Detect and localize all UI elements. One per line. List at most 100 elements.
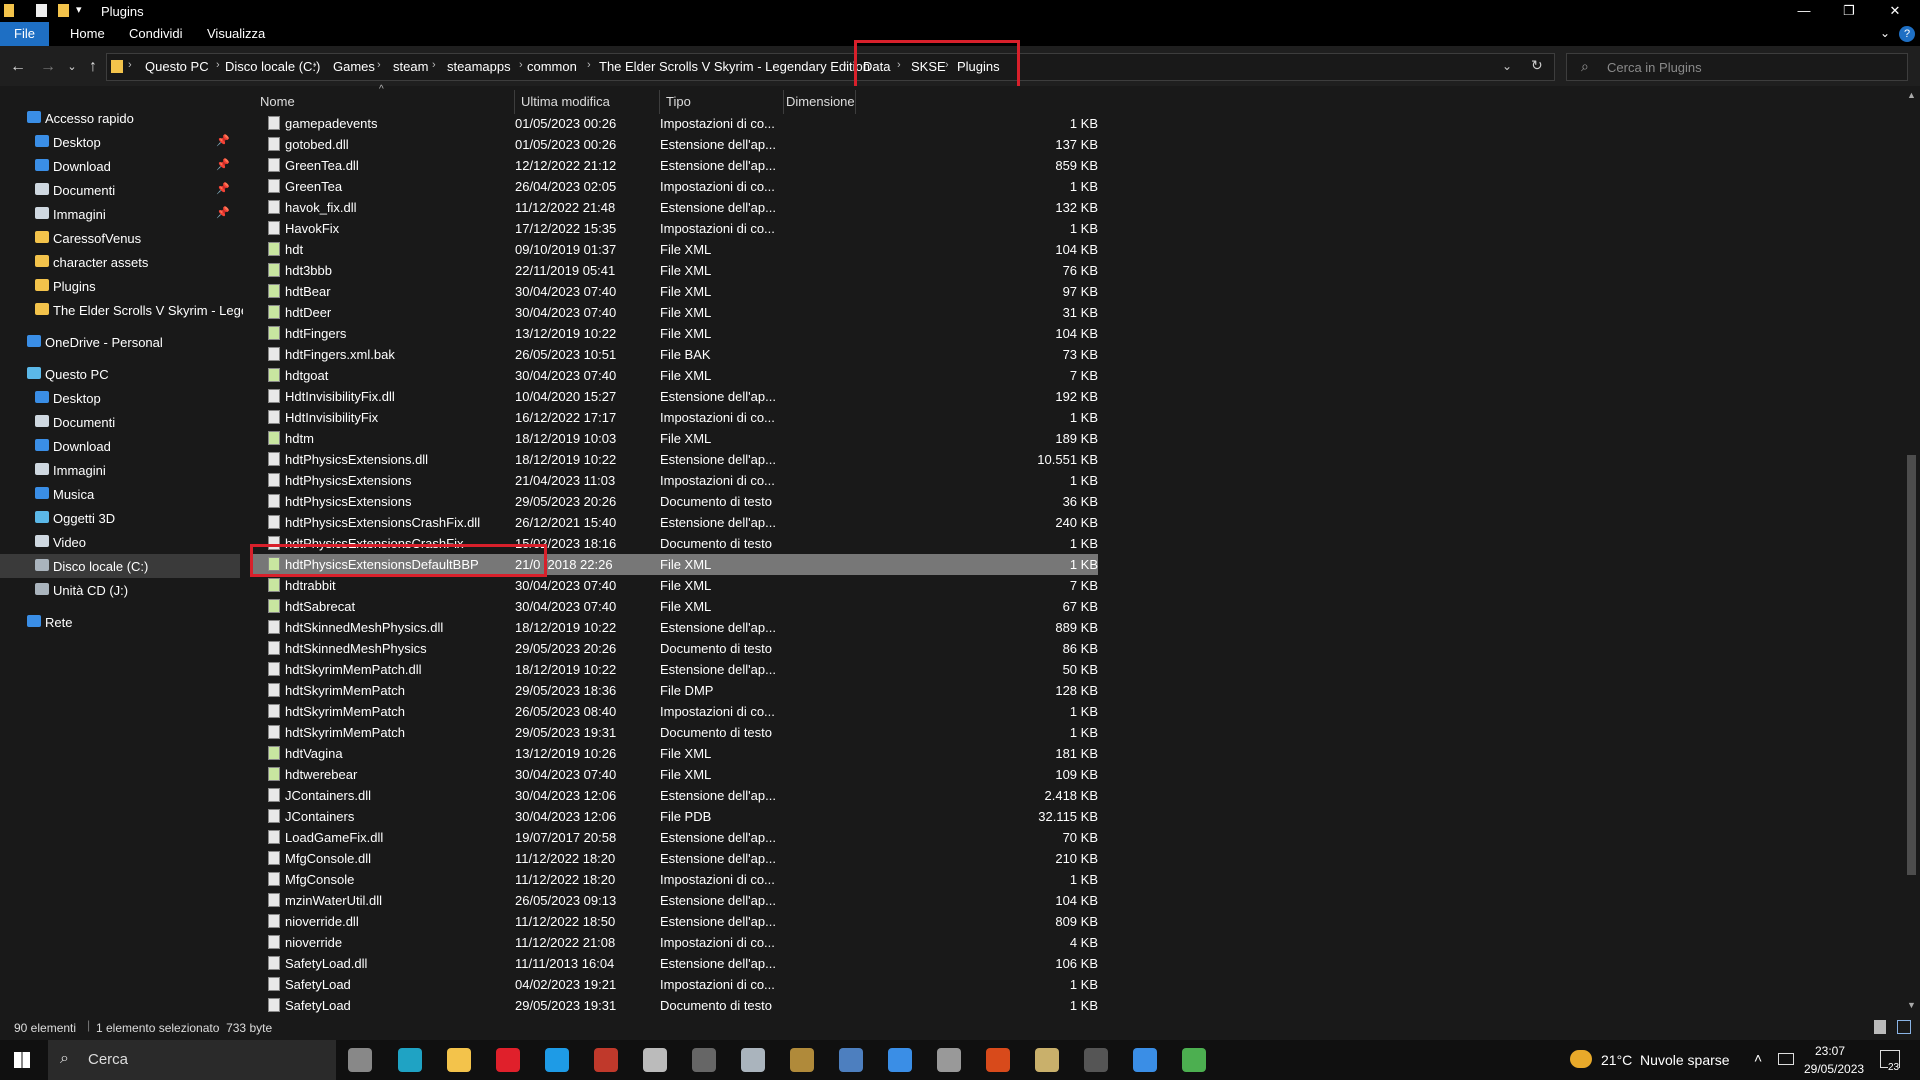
nav-item-download[interactable]: Download 📌: [0, 154, 240, 178]
file-row[interactable]: JContainers 30/04/2023 12:06 File PDB 32.11…: [250, 806, 1098, 827]
tab-file[interactable]: File: [0, 22, 49, 46]
search-input[interactable]: ⌕ Cerca in Plugins: [1566, 53, 1908, 81]
nav-item-oggetti-3d[interactable]: Oggetti 3D: [0, 506, 240, 530]
nav-quick-access[interactable]: Accesso rapido: [0, 106, 240, 130]
breadcrumb-steamapps[interactable]: steamapps: [447, 59, 511, 74]
nav-network[interactable]: Rete: [0, 610, 240, 634]
nav-item-unit-cd-j-[interactable]: Unità CD (J:): [0, 578, 240, 602]
nav-item-download[interactable]: Download: [0, 434, 240, 458]
app-icon[interactable]: [643, 1048, 667, 1072]
edge-icon[interactable]: [398, 1048, 422, 1072]
app-icon[interactable]: [1035, 1048, 1059, 1072]
file-row[interactable]: MfgConsole.dll 11/12/2022 18:20 Estensione…: [250, 848, 1098, 869]
column-divider[interactable]: [659, 90, 660, 114]
nav-item-immagini[interactable]: Immagini 📌: [0, 202, 240, 226]
file-row[interactable]: hdtBear 30/04/2023 07:40 File XML 97 KB: [250, 281, 1098, 302]
weather-icon[interactable]: [1570, 1050, 1592, 1068]
nav-item-immagini[interactable]: Immagini: [0, 458, 240, 482]
file-row[interactable]: hdtwerebear 30/04/2023 07:40 File XML 109 K…: [250, 764, 1098, 785]
nav-this-pc[interactable]: Questo PC: [0, 362, 240, 386]
file-row[interactable]: HdtInvisibilityFix 16/12/2022 17:17 Impost…: [250, 407, 1098, 428]
file-row[interactable]: GreenTea 26/04/2023 02:05 Impostazioni di …: [250, 176, 1098, 197]
file-row[interactable]: hdtrabbit 30/04/2023 07:40 File XML 7 KB: [250, 575, 1098, 596]
app-icon[interactable]: [1182, 1048, 1206, 1072]
large-icons-view-icon[interactable]: [1897, 1020, 1911, 1034]
show-hidden-icons-chevron[interactable]: ˄: [1754, 1050, 1762, 1066]
file-row[interactable]: hdtSkinnedMeshPhysics.dll 18/12/2019 10:2…: [250, 617, 1098, 638]
nav-onedrive[interactable]: OneDrive - Personal: [0, 330, 240, 354]
file-row[interactable]: nioverride 11/12/2022 21:08 Impostazioni d…: [250, 932, 1098, 953]
new-folder-icon[interactable]: [58, 4, 69, 17]
column-divider[interactable]: [855, 90, 856, 114]
file-explorer-icon[interactable]: [447, 1048, 471, 1072]
breadcrumb-separator[interactable]: ›: [843, 59, 847, 71]
file-row[interactable]: hdtPhysicsExtensions.dll 18/12/2019 10:22…: [250, 449, 1098, 470]
file-row[interactable]: gotobed.dll 01/05/2023 00:26 Estensione de…: [250, 134, 1098, 155]
clock-date[interactable]: 29/05/2023: [1804, 1062, 1864, 1076]
file-row[interactable]: hdt 09/10/2019 01:37 File XML 104 KB: [250, 239, 1098, 260]
file-row[interactable]: havok_fix.dll 11/12/2022 21:48 Estensione …: [250, 197, 1098, 218]
column-divider[interactable]: [514, 90, 515, 114]
windows-start-icon[interactable]: [14, 1052, 30, 1068]
back-arrow-icon[interactable]: ←: [7, 56, 29, 78]
file-row[interactable]: hdtm 18/12/2019 10:03 File XML 189 KB: [250, 428, 1098, 449]
app-icon[interactable]: [937, 1048, 961, 1072]
file-row[interactable]: LoadGameFix.dll 19/07/2017 20:58 Estension…: [250, 827, 1098, 848]
breadcrumb-separator[interactable]: ›: [432, 59, 436, 71]
file-row[interactable]: hdtSkyrimMemPatch 26/05/2023 08:40 Imposta…: [250, 701, 1098, 722]
up-arrow-icon[interactable]: ↑: [82, 56, 104, 78]
file-row[interactable]: hdtPhysicsExtensions 21/04/2023 11:03 Impo…: [250, 470, 1098, 491]
nav-item-documenti[interactable]: Documenti 📌: [0, 178, 240, 202]
nav-item-the-elder-scrolls-v-skyrim-legendary[interactable]: The Elder Scrolls V Skyrim - Legendary: [0, 298, 281, 322]
file-row[interactable]: hdt3bbb 22/11/2019 05:41 File XML 76 KB: [250, 260, 1098, 281]
app-icon[interactable]: [986, 1048, 1010, 1072]
nav-item-caressofvenus[interactable]: CaressofVenus: [0, 226, 240, 250]
tab-share[interactable]: Condividi: [115, 22, 196, 46]
maximize-button[interactable]: ❐: [1826, 0, 1872, 22]
app-icon[interactable]: [839, 1048, 863, 1072]
column-divider[interactable]: [783, 90, 784, 114]
file-row[interactable]: GreenTea.dll 12/12/2022 21:12 Estensione d…: [250, 155, 1098, 176]
taskbar-search-input[interactable]: ⌕ Cerca: [48, 1040, 336, 1080]
nav-item-plugins[interactable]: Plugins: [0, 274, 240, 298]
breadcrumb-steam[interactable]: steam: [393, 59, 428, 74]
file-row[interactable]: SafetyLoad.dll 11/11/2013 16:04 Estensione…: [250, 953, 1098, 974]
breadcrumb-separator[interactable]: ›: [587, 59, 591, 71]
breadcrumb-common[interactable]: common: [527, 59, 577, 74]
minimize-button[interactable]: —: [1781, 0, 1827, 22]
file-row[interactable]: MfgConsole 11/12/2022 18:20 Impostazioni d…: [250, 869, 1098, 890]
close-button[interactable]: ✕: [1872, 0, 1918, 22]
nav-item-documenti[interactable]: Documenti: [0, 410, 240, 434]
weather-text[interactable]: 21°C Nuvole sparse: [1601, 1052, 1730, 1068]
file-row[interactable]: hdtSkyrimMemPatch 29/05/2023 18:36 File DM…: [250, 680, 1098, 701]
breadcrumb-games[interactable]: Games: [333, 59, 375, 74]
nav-item-desktop[interactable]: Desktop: [0, 386, 240, 410]
nav-item-character-assets[interactable]: character assets: [0, 250, 240, 274]
file-row[interactable]: hdtVagina 13/12/2019 10:26 File XML 181 KB: [250, 743, 1098, 764]
recent-locations-chevron-icon[interactable]: ⌄: [61, 56, 83, 78]
file-row[interactable]: hdtPhysicsExtensions 29/05/2023 20:26 Docu…: [250, 491, 1098, 512]
file-row[interactable]: hdtSkyrimMemPatch 29/05/2023 19:31 Documen…: [250, 722, 1098, 743]
file-row[interactable]: hdtDeer 30/04/2023 07:40 File XML 31 KB: [250, 302, 1098, 323]
file-row[interactable]: hdtSabrecat 30/04/2023 07:40 File XML 67 KB: [250, 596, 1098, 617]
file-row[interactable]: nioverride.dll 11/12/2022 18:50 Estensione…: [250, 911, 1098, 932]
file-row[interactable]: mzinWaterUtil.dll 26/05/2023 09:13 Estensi…: [250, 890, 1098, 911]
column-header-type[interactable]: Tipo: [666, 94, 691, 109]
app-icon[interactable]: [888, 1048, 912, 1072]
breadcrumb-separator[interactable]: ›: [519, 59, 523, 71]
app-icon[interactable]: [594, 1048, 618, 1072]
nav-item-musica[interactable]: Musica: [0, 482, 240, 506]
scrollbar-thumb[interactable]: [1907, 455, 1916, 875]
file-row[interactable]: SafetyLoad 04/02/2023 19:21 Impostazioni d…: [250, 974, 1098, 995]
ribbon-expand-icon[interactable]: ⌄: [1880, 26, 1890, 40]
file-row[interactable]: JContainers.dll 30/04/2023 12:06 Estension…: [250, 785, 1098, 806]
scroll-down-icon[interactable]: ▼: [1907, 1000, 1916, 1010]
app-icon[interactable]: [790, 1048, 814, 1072]
column-header-name[interactable]: Nome: [260, 94, 295, 109]
skype-icon[interactable]: [545, 1048, 569, 1072]
forward-arrow-icon[interactable]: →: [37, 56, 59, 78]
refresh-icon[interactable]: ↻: [1531, 57, 1543, 74]
file-row[interactable]: HavokFix 17/12/2022 15:35 Impostazioni di …: [250, 218, 1098, 239]
properties-icon[interactable]: [36, 4, 47, 17]
column-header-modified[interactable]: Ultima modifica: [521, 94, 610, 109]
